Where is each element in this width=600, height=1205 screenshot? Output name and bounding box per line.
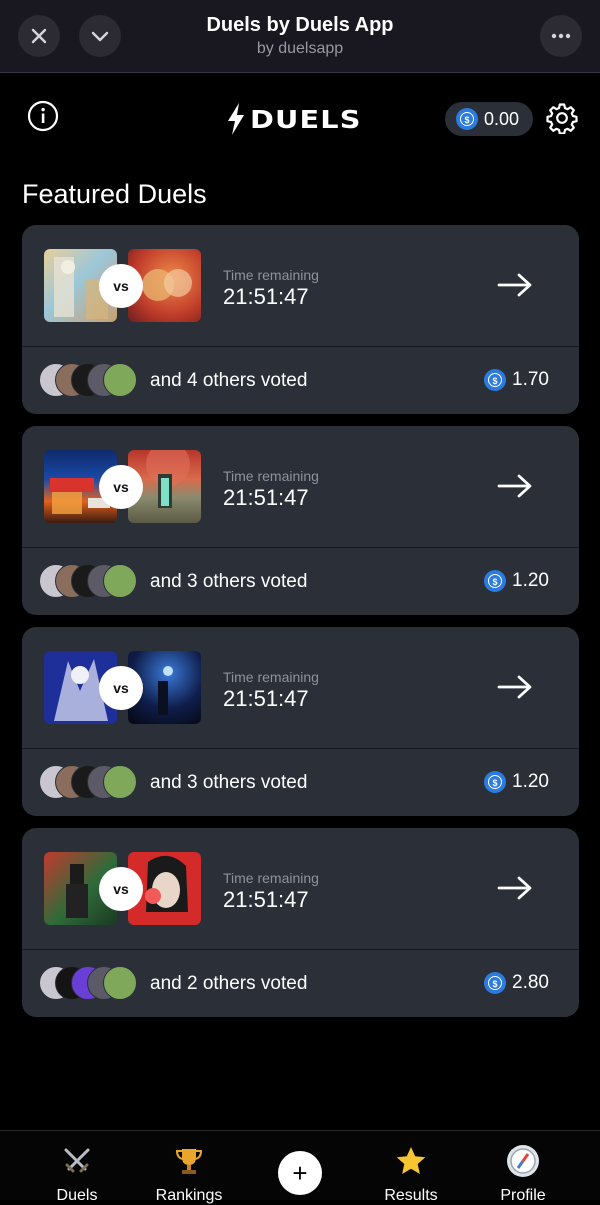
coin-icon: $	[484, 570, 506, 592]
voter-avatar	[103, 765, 137, 799]
prize-value: 1.20	[512, 771, 549, 792]
time-remaining-value: 21:51:47	[223, 686, 309, 711]
prize-value: 1.70	[512, 369, 549, 390]
card-divider	[22, 748, 579, 749]
arrow-right-icon	[497, 474, 532, 498]
prize: $ 1.70	[484, 369, 549, 391]
star-icon	[356, 1143, 466, 1179]
voter-avatars	[39, 363, 139, 399]
nav-item-results[interactable]: Results	[356, 1143, 466, 1205]
time-remaining-label: Time remaining	[223, 267, 319, 283]
more-options-button[interactable]	[540, 15, 582, 57]
open-duel-button[interactable]	[497, 672, 533, 702]
voter-avatars	[39, 765, 139, 801]
voters-text: and 2 others voted	[150, 973, 308, 994]
arrow-right-icon	[497, 876, 532, 900]
section-title: Featured Duels	[22, 179, 207, 209]
prize: $ 2.80	[484, 972, 549, 994]
open-duel-button[interactable]	[497, 270, 533, 300]
coin-icon: $	[456, 108, 478, 130]
open-duel-button[interactable]	[497, 873, 533, 903]
balance-value: 0.00	[484, 108, 520, 129]
arrow-right-icon	[497, 273, 532, 297]
voter-avatars	[39, 564, 139, 600]
vs-badge: vs	[99, 264, 143, 308]
voter-avatar	[103, 564, 137, 598]
duel-card[interactable]: vs Time remaining 21:51:47 and 3 others …	[22, 627, 579, 816]
voter-avatar	[103, 966, 137, 1000]
nav-item-profile[interactable]: Profile	[468, 1143, 578, 1205]
crossed-swords-icon	[22, 1143, 132, 1179]
voters-text: and 4 others voted	[150, 370, 308, 391]
vs-badge: vs	[99, 867, 143, 911]
vs-badge: vs	[99, 465, 143, 509]
coin-icon: $	[484, 771, 506, 793]
nav-label: Profile	[500, 1187, 546, 1204]
lightning-bolt-icon	[228, 103, 244, 135]
window-title-block: Duels by Duels App by duelsapp	[120, 12, 480, 60]
window-subtitle: by duelsapp	[256, 40, 344, 57]
more-dots-icon	[551, 33, 571, 39]
info-icon	[27, 100, 59, 132]
time-remaining-value: 21:51:47	[223, 284, 309, 309]
coin-icon: $	[484, 972, 506, 994]
settings-button[interactable]	[546, 102, 578, 135]
vs-badge: vs	[99, 666, 143, 710]
voters-text: and 3 others voted	[150, 772, 308, 793]
balance-pill[interactable]: $ 0.00	[445, 102, 533, 136]
compass-icon	[468, 1143, 578, 1179]
arrow-right-icon	[497, 675, 532, 699]
voter-avatars	[39, 966, 139, 1002]
time-remaining-value: 21:51:47	[223, 887, 309, 912]
app-topbar: Duels by Duels App by duelsapp	[0, 0, 600, 73]
time-remaining-label: Time remaining	[223, 468, 319, 484]
open-duel-button[interactable]	[497, 471, 533, 501]
bottom-nav: Duels Rankings + Results Profile	[0, 1130, 600, 1204]
prize-value: 2.80	[512, 972, 549, 993]
nav-label: Duels	[56, 1187, 98, 1204]
create-duel-button[interactable]: +	[278, 1151, 322, 1195]
window-title: Duels by Duels App	[206, 14, 394, 36]
voter-avatar	[103, 363, 137, 397]
card-divider	[22, 547, 579, 548]
coin-icon: $	[484, 369, 506, 391]
logo-text: DUELS	[250, 104, 362, 134]
close-icon	[31, 28, 47, 44]
prize: $ 1.20	[484, 570, 549, 592]
duel-card[interactable]: vs Time remaining 21:51:47 and 2 others …	[22, 828, 579, 1017]
nav-label: Rankings	[155, 1187, 223, 1204]
time-remaining-label: Time remaining	[223, 870, 319, 886]
duel-card[interactable]: vs Time remaining 21:51:47 and 4 others …	[22, 225, 579, 414]
time-remaining-label: Time remaining	[223, 669, 319, 685]
card-divider	[22, 346, 579, 347]
card-divider	[22, 949, 579, 950]
info-button[interactable]	[27, 100, 59, 132]
prize-value: 1.20	[512, 570, 549, 591]
nav-label: Results	[384, 1187, 438, 1204]
duels-logo: DUELS	[226, 102, 360, 136]
plus-icon: +	[292, 1157, 308, 1188]
gear-icon	[546, 103, 578, 135]
nav-item-duels[interactable]: Duels	[22, 1143, 132, 1205]
nav-item-rankings[interactable]: Rankings	[134, 1143, 244, 1205]
voters-text: and 3 others voted	[150, 571, 308, 592]
close-button[interactable]	[18, 15, 60, 57]
prize: $ 1.20	[484, 771, 549, 793]
duel-card[interactable]: vs Time remaining 21:51:47 and 3 others …	[22, 426, 579, 615]
trophy-icon	[134, 1143, 244, 1179]
chevron-down-icon	[91, 31, 109, 42]
collapse-button[interactable]	[79, 15, 121, 57]
time-remaining-value: 21:51:47	[223, 485, 309, 510]
